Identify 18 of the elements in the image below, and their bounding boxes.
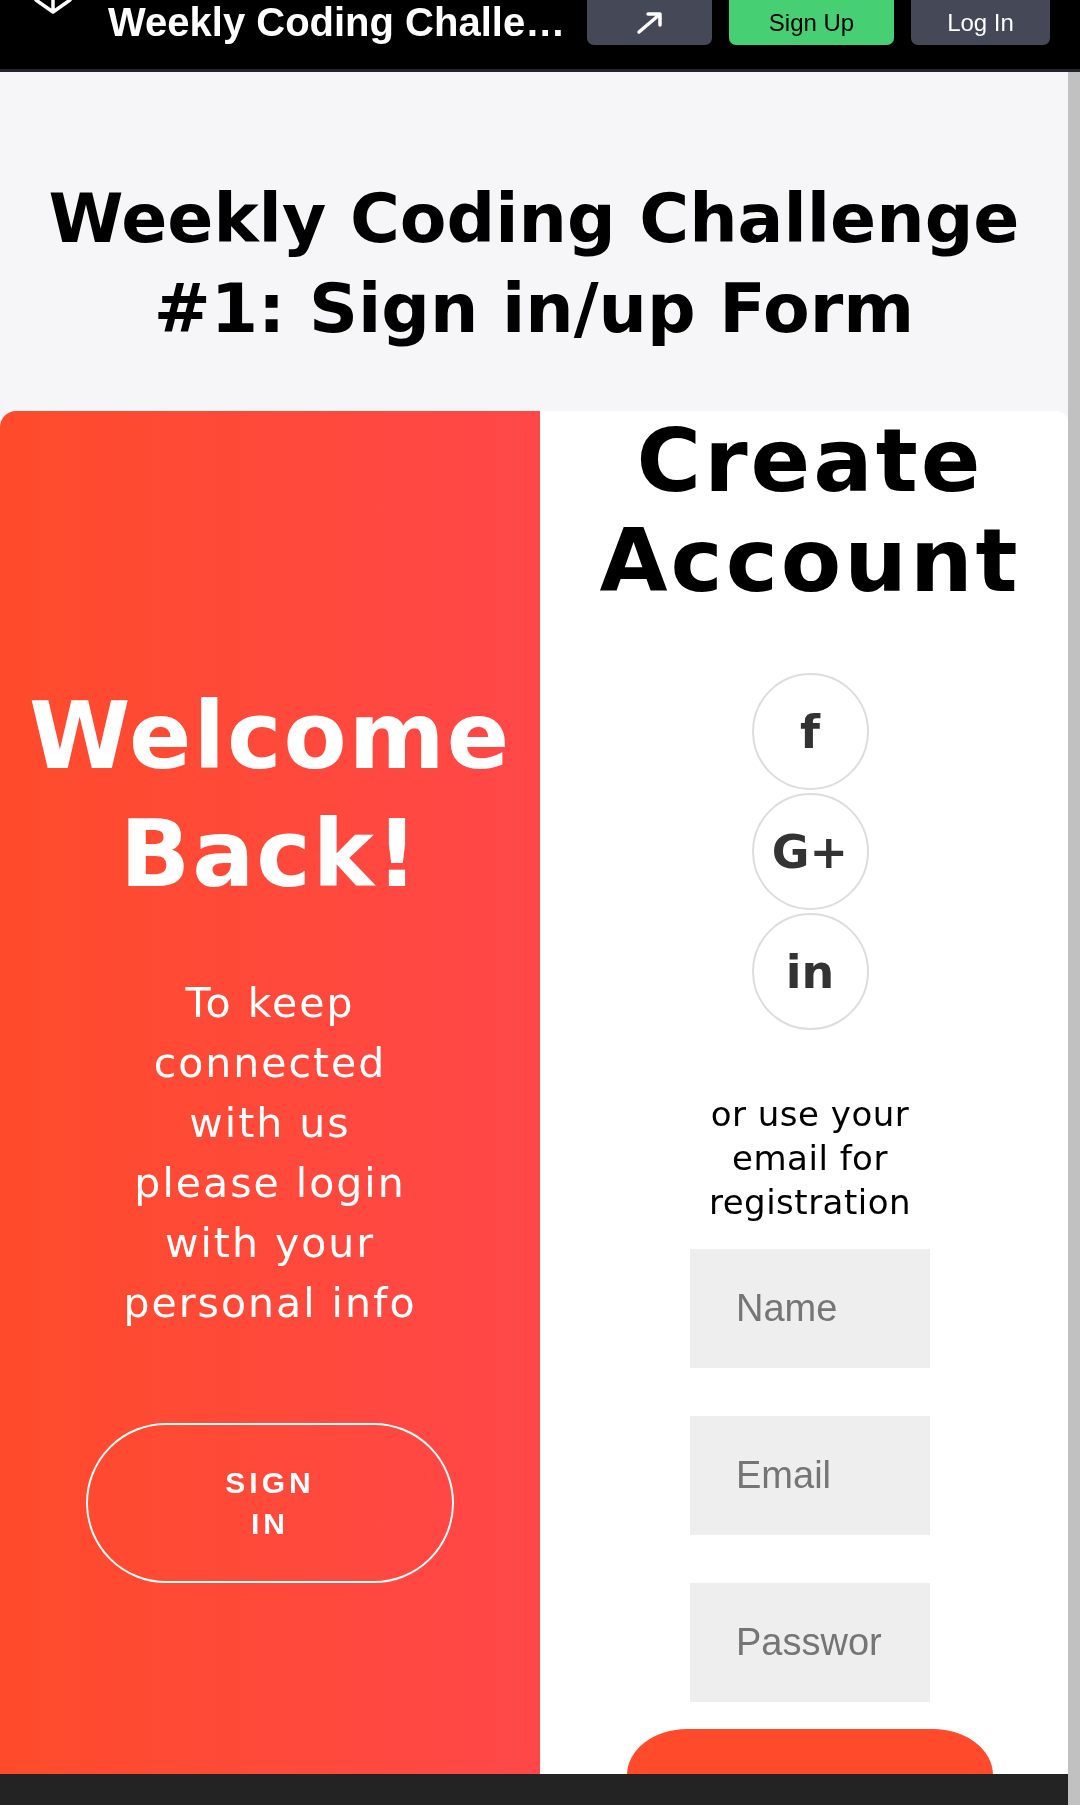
input-field[interactable]: Passwor <box>690 1583 930 1702</box>
input-field[interactable]: Name <box>690 1249 930 1368</box>
pen-title: Weekly Coding Challe… <box>108 0 566 45</box>
welcome-text: To keep connected with us please login with your personal info <box>122 978 418 1329</box>
welcome-heading: Welcome Back! <box>28 682 512 910</box>
arrow-button[interactable] <box>587 0 712 45</box>
input-field[interactable]: Email <box>690 1416 930 1535</box>
registration-note: or use your email for registration <box>707 1093 913 1224</box>
social-button[interactable]: G+ <box>751 793 869 910</box>
sign-up-button[interactable]: Sign Up <box>729 0 894 45</box>
create-account-heading: Create Account <box>599 411 1021 611</box>
arrow-icon <box>634 10 665 35</box>
page-title: Weekly Coding Challenge #1: Sign in/up Form <box>47 178 1021 350</box>
logo-icon <box>34 0 72 14</box>
social-button[interactable]: in <box>751 913 869 1030</box>
scrollbar[interactable] <box>1068 72 1080 1805</box>
social-button[interactable]: f <box>751 673 869 790</box>
log-in-button[interactable]: Log In <box>911 0 1050 45</box>
